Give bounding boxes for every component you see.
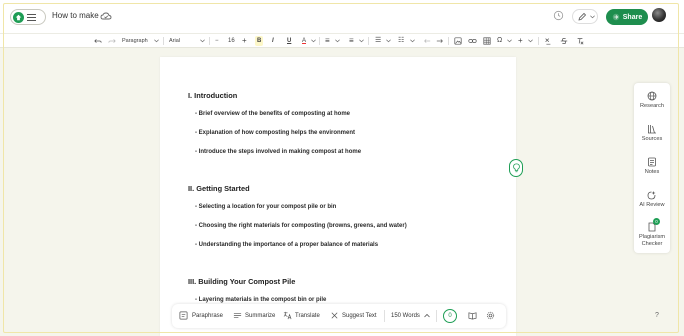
outdent-icon[interactable] [423,37,431,45]
ai-tools-bar: Paraphrase Summarize Translate Suggest T… [172,304,506,328]
formatting-toolbar: Paragraph Arial − 16 + B I U A ≡ ≡ ☰ ☷ Ω… [0,34,684,48]
section-heading: I. Introduction [188,91,238,100]
undo-icon[interactable] [94,37,102,45]
pencil-icon [578,12,587,21]
plagiarism-checker-label: Plagiarism Checker [638,234,666,247]
insert-button[interactable]: + [518,36,523,46]
link-icon[interactable] [468,37,477,45]
history-icon[interactable] [553,10,564,21]
strikethrough-icon[interactable] [560,37,568,45]
bullet-item: - Brief overview of the benefits of comp… [195,111,351,117]
align-button[interactable]: ≡ [325,36,330,46]
translate-button[interactable]: Translate [295,312,320,320]
cloud-saved-icon [100,12,112,20]
plagiarism-badge: 0 [653,218,660,225]
italic-button[interactable]: I [272,36,274,46]
bullet-list-button[interactable]: ☰ [375,36,381,46]
section-heading: III. Building Your Compost Pile [188,277,296,286]
translate-icon[interactable] [283,311,292,320]
chevron-down-icon[interactable] [311,39,316,43]
chevron-down-icon[interactable] [410,39,415,43]
paraphrase-icon[interactable] [179,311,188,320]
edit-mode-dropdown[interactable] [572,9,598,24]
clear-formatting-icon[interactable] [576,37,584,45]
bullet-item: - Explanation of how composting helps th… [195,130,356,136]
word-count[interactable]: 150 Words [391,312,420,320]
line-spacing-button[interactable]: ≡ [349,36,354,46]
underline-button[interactable]: U [287,36,291,46]
bullet-item: - Layering materials in the compost bin … [195,297,327,303]
menu-icon [27,13,36,21]
section-heading: II. Getting Started [188,184,250,193]
numbered-list-button[interactable]: ☷ [398,36,404,46]
tools-side-panel: Research Sources Notes AI Review 0 Plagi… [634,83,670,253]
chevron-up-icon[interactable] [424,313,430,318]
settings-gear-icon[interactable] [486,311,495,320]
ai-suggestion-bubble[interactable] [509,159,523,177]
books-icon [648,125,656,134]
chevron-down-icon[interactable] [335,39,340,43]
share-label: Share [622,13,643,21]
subscript-icon[interactable] [544,37,552,45]
bold-button[interactable]: B [255,36,264,46]
chevron-down-icon[interactable] [386,39,391,43]
share-icon [612,13,619,21]
redo-icon[interactable] [108,37,116,45]
book-open-icon[interactable] [468,311,477,320]
paraphrase-button[interactable]: Paraphrase [192,312,223,320]
bullet-item: - Introduce the steps involved in making… [195,149,362,155]
sources-tool[interactable]: Sources [634,124,670,143]
globe-icon [647,91,657,101]
table-icon[interactable] [483,37,491,45]
chevron-down-icon[interactable] [507,39,512,43]
suggest-text-button[interactable]: Suggest Text [342,312,377,320]
help-button[interactable]: ? [652,311,662,321]
ai-review-icon [647,191,656,200]
notes-icon [648,157,656,167]
summarize-icon[interactable] [233,311,242,320]
top-bar: How to make Share [0,0,684,34]
chevron-down-icon [590,15,595,19]
summarize-button[interactable]: Summarize [245,312,275,320]
document-title[interactable]: How to make [52,11,99,20]
indent-icon[interactable] [436,37,444,45]
chevron-down-icon[interactable] [359,39,364,43]
font-size-value[interactable]: 16 [228,36,235,46]
user-avatar[interactable] [652,8,666,22]
font-size-increase[interactable]: + [242,36,247,46]
paragraph-style-select[interactable]: Paragraph [122,36,148,46]
notes-label: Notes [644,169,660,175]
ai-review-tool[interactable]: AI Review [634,190,670,209]
app-logo-icon [13,11,24,23]
research-tool[interactable]: Research [634,91,670,110]
text-color-button[interactable]: A [302,36,306,46]
home-menu-toggle[interactable] [10,9,46,25]
bullet-item: - Choosing the right materials for compo… [195,223,407,229]
document-page[interactable]: I. Introduction - Brief overview of the … [160,57,516,336]
special-characters-button[interactable]: Ω [497,36,502,46]
bullet-item: - Understanding the importance of a prop… [195,242,379,248]
plagiarism-checker-tool[interactable]: 0 Plagiarism Checker [634,218,670,247]
chevron-down-icon[interactable] [528,39,533,43]
share-button[interactable]: Share [606,9,648,25]
chevron-down-icon[interactable] [200,39,205,43]
font-size-decrease[interactable]: − [215,36,219,46]
ai-review-label: AI Review [639,202,665,208]
suggest-text-icon[interactable] [330,311,339,320]
notes-tool[interactable]: Notes [634,157,670,176]
font-family-select[interactable]: Arial [169,36,180,46]
lightbulb-icon [512,163,520,173]
sources-label: Sources [641,136,663,142]
issues-count-button[interactable]: 0 [443,309,457,323]
image-icon[interactable] [454,37,462,45]
research-label: Research [640,103,664,109]
bullet-item: - Selecting a location for your compost … [195,204,337,210]
chevron-down-icon[interactable] [154,39,159,43]
